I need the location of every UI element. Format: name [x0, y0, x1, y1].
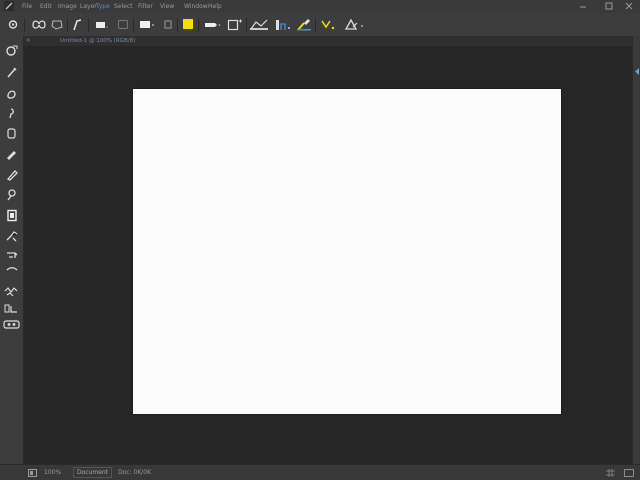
gradient-icon[interactable] [3, 248, 20, 263]
fill-color-swatch[interactable] [182, 18, 194, 31]
minimize-icon[interactable] [578, 1, 588, 11]
lasso-tool-icon[interactable] [3, 65, 20, 80]
menu-select[interactable]: Select [114, 2, 133, 11]
menu-view[interactable]: View [160, 2, 174, 11]
history-brush-icon[interactable] [3, 208, 20, 223]
options-separator [177, 18, 178, 32]
document-tab-bar: ✕ Untitled-1 @ 100% (RGB/8) [24, 36, 632, 46]
tab-indicator[interactable]: ✕ [26, 37, 31, 45]
pen-tool-icon[interactable] [3, 301, 20, 316]
options-separator [246, 18, 247, 32]
options-bar [0, 13, 640, 36]
dodge-icon[interactable] [3, 284, 20, 299]
screen-mode-icon[interactable] [624, 469, 634, 477]
healing-brush-icon[interactable] [3, 147, 20, 162]
zoom-level[interactable]: 100% [44, 468, 61, 477]
warp-icon[interactable] [274, 18, 292, 31]
menu-window[interactable]: Window [184, 2, 208, 11]
options-separator [315, 18, 316, 32]
menu-edit[interactable]: Edit [40, 2, 52, 11]
triangle-icon[interactable] [344, 18, 364, 31]
polygon-icon[interactable] [50, 18, 64, 31]
align-icon[interactable] [227, 18, 243, 31]
menu-bar: File Edit Image Layer Type Select Filter… [0, 0, 640, 13]
status-doc-icon[interactable] [28, 469, 37, 477]
move-tool-icon[interactable] [3, 43, 20, 58]
rounded-rect-icon[interactable] [117, 18, 129, 31]
app-logo-icon [4, 1, 14, 11]
options-separator [133, 18, 134, 32]
eraser-icon[interactable] [3, 228, 20, 243]
doc-info: Doc: 0K/0K [118, 469, 152, 476]
menu-layer[interactable]: Layer [80, 2, 97, 11]
document-button[interactable]: Document [73, 467, 113, 478]
move-icon[interactable] [6, 18, 20, 31]
options-separator [88, 18, 89, 32]
document-canvas[interactable] [133, 89, 561, 414]
rectangle-shape-icon[interactable] [139, 18, 155, 31]
rectangle-icon[interactable] [95, 18, 109, 31]
stamp-icon[interactable] [3, 187, 20, 202]
crop-icon[interactable] [3, 106, 20, 121]
menu-file[interactable]: File [22, 2, 32, 11]
grid-icon[interactable] [606, 469, 615, 477]
quick-select-icon[interactable] [3, 86, 20, 101]
menu-help[interactable]: Help [208, 2, 222, 11]
menu-type[interactable]: Type [96, 2, 110, 11]
sparkle-brush-icon[interactable] [319, 18, 337, 31]
eyedropper-icon[interactable] [3, 126, 20, 141]
brush-icon[interactable] [296, 18, 312, 31]
status-bar: 100% Document Doc: 0K/0K [0, 464, 640, 480]
brush-tool-icon[interactable] [3, 167, 20, 182]
type-tool-icon[interactable] [3, 317, 20, 332]
menu-image[interactable]: Image [58, 2, 77, 11]
blur-icon[interactable] [3, 263, 20, 278]
chart-icon[interactable] [249, 18, 269, 31]
lasso-icon[interactable] [31, 18, 47, 31]
stroke-icon[interactable] [163, 18, 173, 31]
right-panel-dock [632, 36, 640, 464]
expand-panel-icon[interactable] [634, 68, 640, 75]
options-separator [24, 18, 25, 32]
options-separator [67, 18, 68, 32]
menu-filter[interactable]: Filter [138, 2, 153, 11]
document-tab-label[interactable]: Untitled-1 @ 100% (RGB/8) [60, 37, 135, 45]
maximize-icon[interactable] [604, 1, 614, 11]
text-icon[interactable] [203, 18, 221, 31]
pen-icon[interactable] [72, 18, 84, 31]
options-separator [198, 18, 199, 32]
tools-panel [0, 36, 24, 464]
close-icon[interactable] [624, 1, 634, 11]
